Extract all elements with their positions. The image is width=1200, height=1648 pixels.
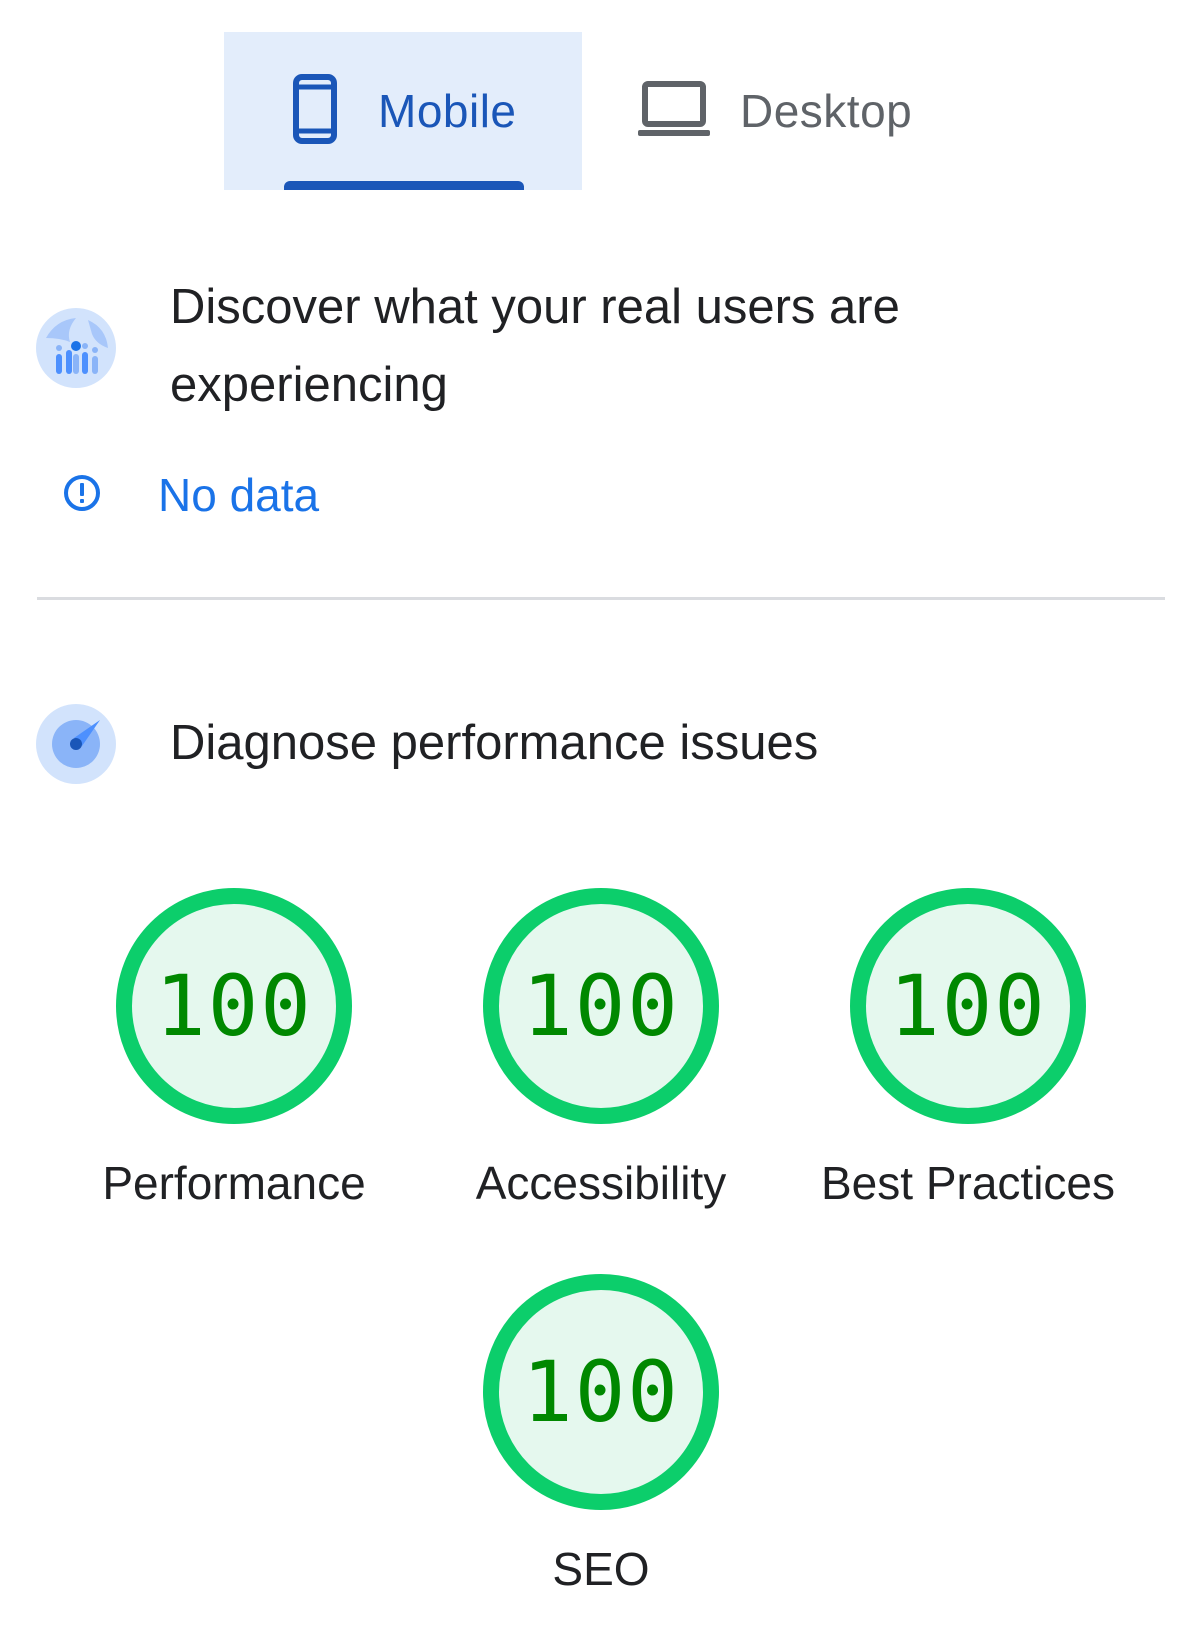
gauge-ring: 100 — [483, 1274, 719, 1510]
section-divider — [37, 597, 1165, 600]
tab-mobile[interactable]: Mobile — [224, 32, 582, 190]
field-data-title: Discover what your real users are experi… — [170, 280, 900, 412]
gauge-score: 100 — [155, 957, 313, 1055]
tab-desktop-label: Desktop — [740, 85, 913, 137]
lighthouse-compass-icon — [36, 704, 116, 784]
smartphone-icon — [292, 73, 338, 150]
gauge-ring: 100 — [483, 888, 719, 1124]
gauge-ring: 100 — [850, 888, 1086, 1124]
tab-mobile-label: Mobile — [378, 85, 517, 137]
score-gauge-accessibility[interactable]: 100 Accessibility — [431, 888, 771, 1210]
gauge-label: Accessibility — [475, 1157, 727, 1209]
lab-data-title: Diagnose performance issues — [170, 716, 819, 770]
gauge-score: 100 — [522, 957, 680, 1055]
gauge-score: 100 — [522, 1343, 680, 1441]
gauge-label: Best Practices — [821, 1157, 1115, 1209]
gauge-label: SEO — [552, 1543, 650, 1595]
gauge-label: Performance — [102, 1157, 366, 1209]
tab-desktop[interactable]: Desktop — [638, 32, 958, 190]
score-gauge-performance[interactable]: 100 Performance — [64, 888, 404, 1210]
tab-selected-indicator — [284, 181, 524, 190]
gauge-ring: 100 — [116, 888, 352, 1124]
laptop-icon — [638, 80, 710, 143]
score-gauge-seo[interactable]: 100 SEO — [431, 1274, 771, 1596]
gauge-score: 100 — [889, 957, 1047, 1055]
score-gauge-best-practices[interactable]: 100 Best Practices — [798, 888, 1138, 1210]
no-data-label: No data — [158, 469, 320, 521]
no-data-link[interactable]: No data — [62, 468, 319, 522]
crux-users-icon — [36, 308, 116, 388]
info-circle-icon — [62, 473, 102, 518]
